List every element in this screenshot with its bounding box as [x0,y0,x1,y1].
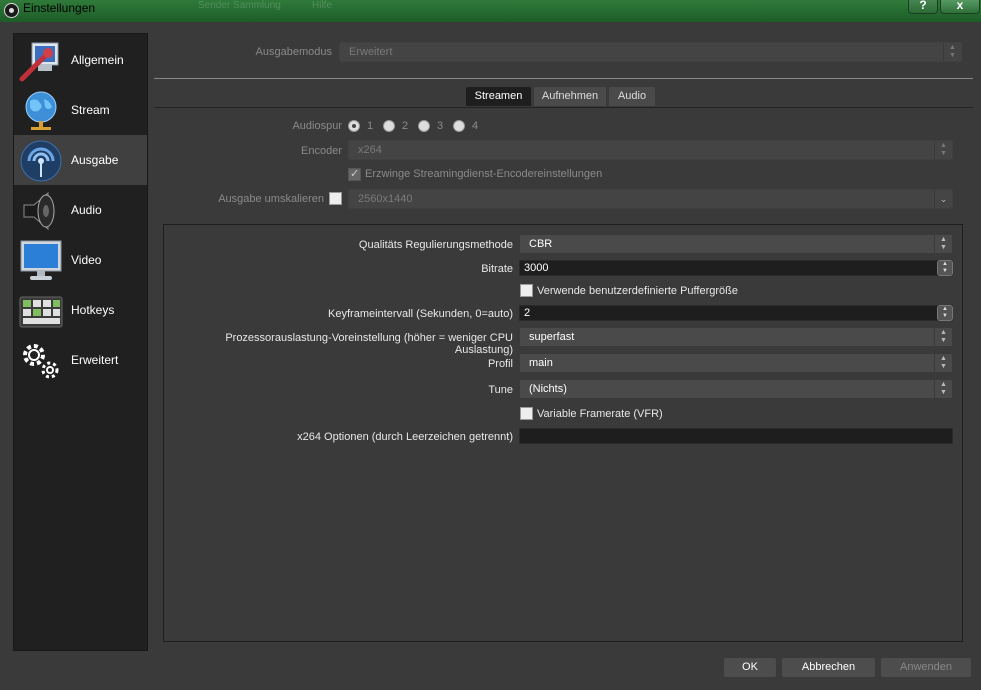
keyframe-label: Keyframeintervall (Sekunden, 0=auto) [328,308,513,320]
audio-track-option: 3 [437,120,444,132]
broadcast-icon [20,140,62,182]
audio-track-radio-1[interactable] [348,120,360,132]
sidebar-item-label: Erweitert [71,353,119,367]
encoder-value: x264 [358,144,382,156]
sidebar-item-label: Video [71,253,102,267]
obs-app-icon [4,3,19,18]
tune-select[interactable]: (Nichts) ▲ ▼ [519,379,953,399]
ok-button[interactable]: OK [723,657,777,678]
window-title: Einstellungen [23,1,96,15]
bitrate-input[interactable]: 3000 ▲ ▼ [519,260,953,276]
rate-control-label: Qualitäts Regulierungsmethode [358,239,513,251]
sidebar-item-label: Allgemein [71,53,124,67]
chevron-down-icon: ⌄ [934,190,952,208]
speaker-icon [23,191,55,231]
preset-value: superfast [529,331,575,343]
settings-sidebar: Allgemein Stream Ausgabe Audio Video Hot… [13,33,148,651]
audio-track-label: Audiospur [292,120,342,132]
tab-aufnehmen[interactable]: Aufnehmen [533,86,607,107]
bitrate-value: 3000 [524,262,549,274]
updown-arrows-icon: ▲ ▼ [934,328,952,346]
tab-content-border [154,107,973,108]
sidebar-item-ausgabe[interactable]: Ausgabe [14,135,147,185]
spinbox-arrows-icon[interactable]: ▲ ▼ [937,260,953,276]
tune-value: (Nichts) [529,383,567,395]
close-button[interactable]: x [940,0,980,14]
globe-icon [25,91,57,130]
ghost-menu-text: Sender Sammlung [198,0,281,11]
enforce-checkbox[interactable]: ✓ [348,168,361,181]
vfr-label: Variable Framerate (VFR) [537,408,663,420]
custom-buffer-checkbox[interactable] [520,284,533,297]
help-button[interactable]: ? [908,0,938,14]
updown-arrows-icon: ▲ ▼ [943,43,961,61]
rescale-resolution-select[interactable]: 2560x1440 ⌄ [348,189,953,209]
output-mode-select[interactable]: Erweitert ▲ ▼ [339,42,962,62]
keyframe-value: 2 [524,307,531,319]
check-icon: ✓ [350,168,360,180]
profile-select[interactable]: main ▲ ▼ [519,353,953,373]
profile-value: main [529,357,553,369]
sidebar-item-allgemein[interactable]: Allgemein [14,35,147,85]
cancel-button[interactable]: Abbrechen [781,657,876,678]
output-mode-value: Erweitert [349,46,393,58]
ghost-menu-text: Hilfe [312,0,333,11]
rescale-resolution-value: 2560x1440 [358,193,413,205]
enforce-label: Erzwinge Streamingdienst-Encodereinstell… [365,168,603,180]
tab-audio[interactable]: Audio [608,86,656,107]
updown-arrows-icon: ▲ ▼ [934,380,952,398]
encoder-select[interactable]: x264 ▲ ▼ [348,140,953,160]
sidebar-item-hotkeys[interactable]: Hotkeys [14,285,147,335]
keyboard-icon [19,296,63,328]
audio-track-radio-2[interactable] [383,120,395,132]
preset-select[interactable]: superfast ▲ ▼ [519,327,953,347]
updown-arrows-icon: ▲ ▼ [934,354,952,372]
x264-options-label: x264 Optionen (durch Leerzeichen getrenn… [297,431,513,443]
tune-label: Tune [488,384,513,396]
updown-arrows-icon: ▲ ▼ [934,235,952,253]
sidebar-item-label: Hotkeys [71,303,115,317]
sidebar-item-label: Ausgabe [71,153,119,167]
title-bar: Einstellungen Sender Sammlung Hilfe ? x [0,0,981,22]
monitor-icon [20,240,62,280]
x264-options-input[interactable] [519,428,953,444]
profile-label: Profil [487,358,513,370]
rescale-checkbox[interactable] [329,192,342,205]
vfr-checkbox[interactable] [520,407,533,420]
sidebar-item-erweitert[interactable]: Erweitert [14,335,147,385]
rate-control-value: CBR [529,238,553,250]
audio-track-option: 1 [367,120,374,132]
rescale-label: Ausgabe umskalieren [218,193,324,205]
custom-buffer-label: Verwende benutzerdefinierte Puffergröße [537,285,738,297]
sidebar-item-label: Stream [71,103,110,117]
sidebar-item-stream[interactable]: Stream [14,85,147,135]
wrench-monitor-icon [19,42,59,82]
apply-button[interactable]: Anwenden [880,657,972,678]
spinbox-arrows-icon[interactable]: ▲ ▼ [937,305,953,321]
audio-track-option: 4 [472,120,479,132]
audio-track-option: 2 [402,120,409,132]
audio-track-radio-4[interactable] [453,120,465,132]
encoder-label: Encoder [301,145,342,157]
keyframe-input[interactable]: 2 ▲ ▼ [519,305,953,321]
divider [154,78,973,79]
tab-streamen[interactable]: Streamen [465,86,532,107]
output-mode-label: Ausgabemodus [255,46,332,58]
sidebar-item-audio[interactable]: Audio [14,185,147,235]
audio-track-radio-3[interactable] [418,120,430,132]
updown-arrows-icon: ▲ ▼ [934,141,952,159]
bitrate-label: Bitrate [481,263,513,275]
gears-icon [23,344,59,379]
sidebar-item-label: Audio [71,203,102,217]
sidebar-item-video[interactable]: Video [14,235,147,285]
rate-control-select[interactable]: CBR ▲ ▼ [519,234,953,254]
preset-label: Prozessorauslastung-Voreinstellung (höhe… [225,332,513,356]
